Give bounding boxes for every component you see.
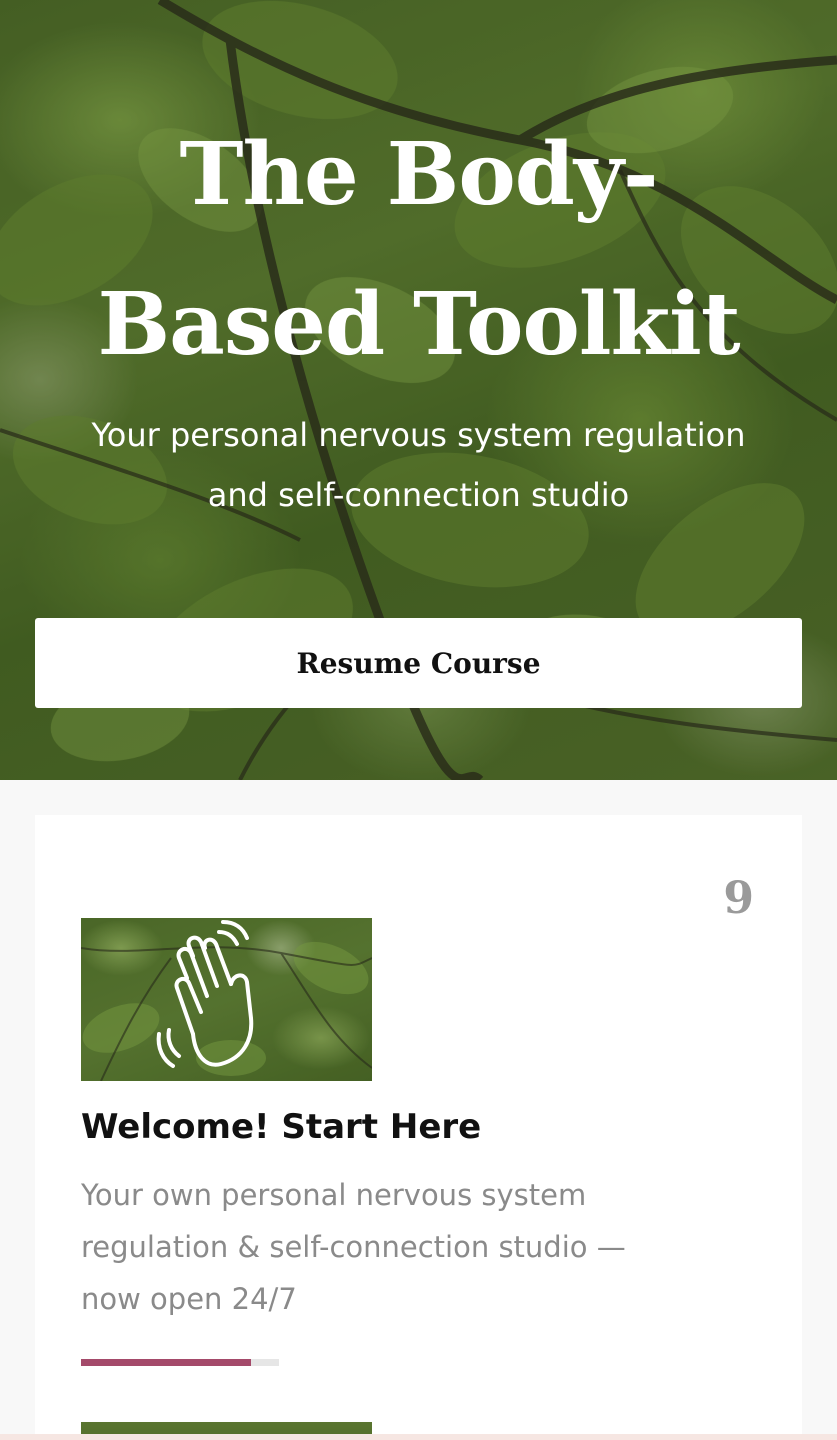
module-progress-fill (81, 1359, 252, 1366)
hero-banner: The Body- Based Toolkit Your personal ne… (0, 0, 837, 780)
module-card[interactable]: 9 Welcome! Start Here Your own personal … (35, 815, 802, 1440)
module-thumbnail[interactable] (81, 918, 372, 1081)
course-title-line-1: The Body- (179, 124, 658, 225)
course-title: The Body- Based Toolkit (0, 100, 837, 400)
resume-course-button[interactable]: Resume Course (35, 618, 802, 708)
module-progress-bar (81, 1359, 279, 1366)
course-subtitle-line-1: Your personal nervous system regulation (91, 416, 746, 454)
bottom-edge (0, 1434, 837, 1440)
module-title[interactable]: Welcome! Start Here (81, 1107, 481, 1147)
lesson-count: 9 (723, 873, 754, 924)
module-description-line-2: regulation & self-connection studio — (81, 1230, 626, 1264)
course-subtitle-line-2: and self-connection studio (207, 476, 630, 514)
module-description-line-3: now open 24/7 (81, 1282, 297, 1316)
module-description-line-1: Your own personal nervous system (81, 1178, 587, 1212)
waving-hand-icon (156, 920, 254, 1068)
course-subtitle: Your personal nervous system regulation … (50, 405, 787, 525)
course-title-line-2: Based Toolkit (97, 274, 740, 375)
module-description: Your own personal nervous system regulat… (81, 1169, 701, 1325)
